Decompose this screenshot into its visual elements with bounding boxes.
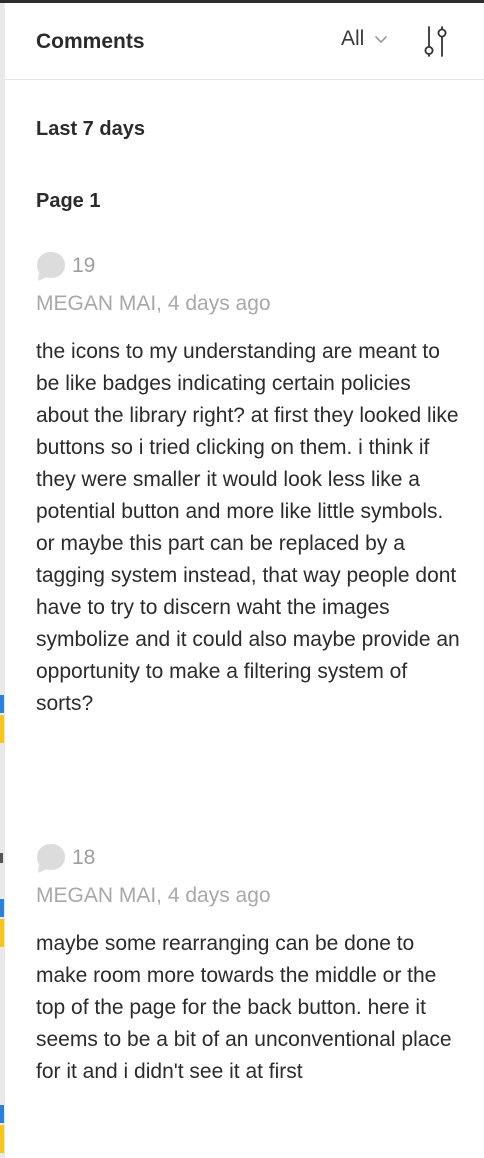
panel-header: Comments All bbox=[5, 3, 484, 80]
comment-number: 19 bbox=[72, 254, 96, 277]
comment-meta: 18 bbox=[36, 842, 466, 874]
comment-author-time: MEGAN MAI, 4 days ago bbox=[36, 884, 271, 907]
canvas-edge-strip bbox=[0, 3, 5, 1158]
canvas-marker-blue bbox=[0, 695, 4, 713]
comment-thread[interactable]: 19 MEGAN MAI, 4 days ago the icons to my… bbox=[36, 250, 466, 720]
comment-bubble-icon bbox=[37, 844, 65, 873]
filter-selected-value: All bbox=[341, 27, 365, 50]
canvas-marker-yellow bbox=[0, 715, 4, 743]
comment-bubble-icon bbox=[37, 252, 65, 281]
canvas-marker-blue bbox=[0, 1105, 4, 1123]
chevron-down-icon bbox=[375, 36, 388, 43]
comment-thread[interactable]: 18 MEGAN MAI, 4 days ago maybe some rear… bbox=[36, 842, 466, 1088]
period-heading: Last 7 days bbox=[36, 118, 145, 140]
comment-text: maybe some rearranging can be done to ma… bbox=[36, 932, 452, 1083]
comment-filter-dropdown[interactable]: All bbox=[341, 27, 388, 51]
canvas-marker-dark bbox=[0, 853, 3, 863]
comment-text: the icons to my understanding are meant … bbox=[36, 340, 460, 715]
canvas-marker-yellow bbox=[0, 919, 4, 947]
canvas-marker-yellow bbox=[0, 1125, 4, 1153]
panel-title: Comments bbox=[36, 30, 145, 53]
comments-panel: Comments All Last 7 days Page 1 19 MEGAN… bbox=[0, 0, 484, 1158]
comment-author-time: MEGAN MAI, 4 days ago bbox=[36, 292, 271, 315]
page-heading: Page 1 bbox=[36, 190, 101, 212]
sliders-icon[interactable] bbox=[420, 23, 452, 59]
canvas-marker-blue bbox=[0, 899, 4, 917]
comment-meta: 19 bbox=[36, 250, 466, 282]
comment-number: 18 bbox=[72, 846, 96, 869]
